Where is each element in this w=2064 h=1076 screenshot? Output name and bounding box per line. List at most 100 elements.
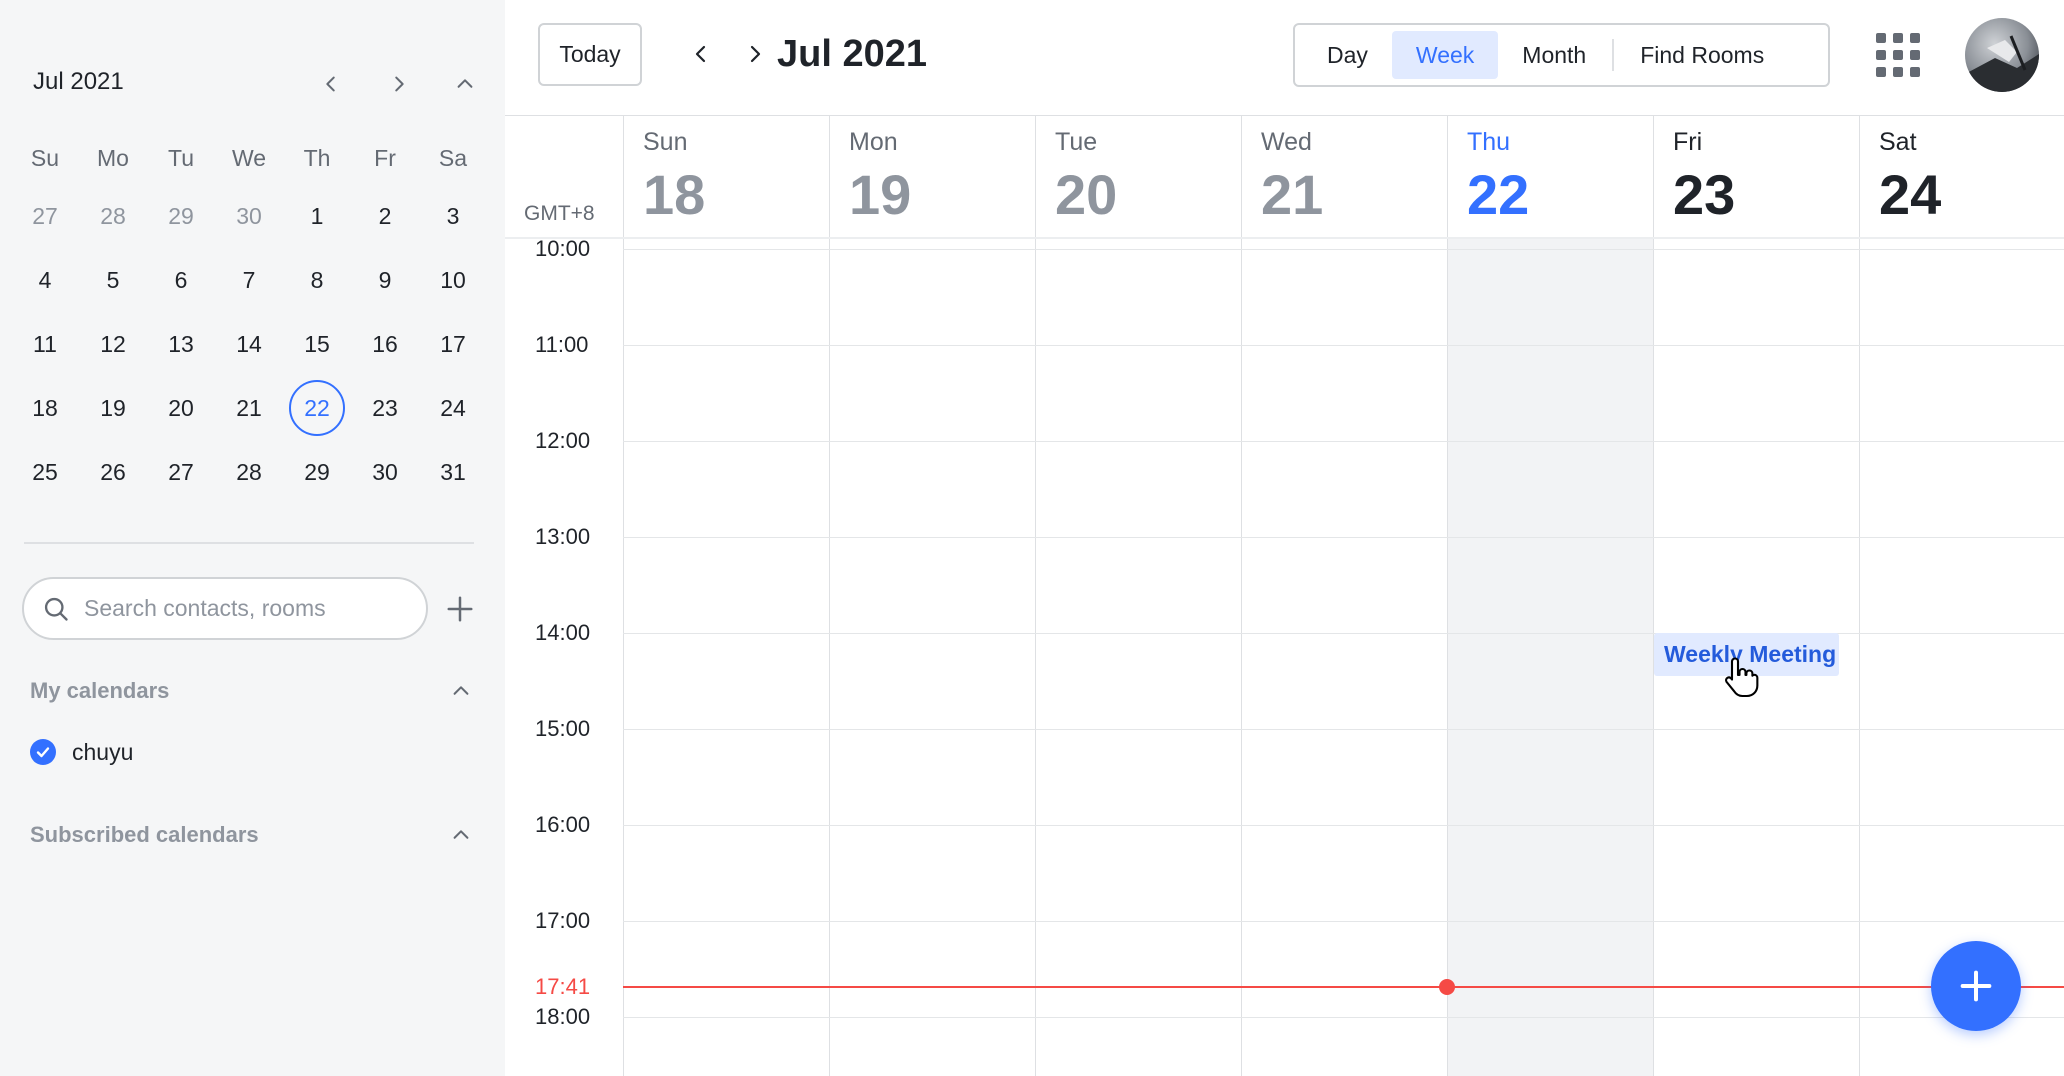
mini-calendar-collapse-button[interactable]: [445, 64, 485, 104]
my-calendars-toggle[interactable]: [443, 673, 479, 709]
mini-day[interactable]: 27: [11, 184, 79, 248]
subscribed-calendars-toggle[interactable]: [443, 817, 479, 853]
column-divider: [1035, 239, 1036, 1076]
calendar-checkbox[interactable]: [30, 739, 56, 765]
mini-day-number: 29: [168, 202, 194, 229]
mini-weekday-label: Mo: [97, 144, 129, 171]
day-header-fri[interactable]: Fri 23: [1653, 116, 1859, 237]
mini-day[interactable]: 28: [215, 440, 283, 504]
avatar-image-icon: [1965, 18, 2039, 92]
mini-calendar-next-button[interactable]: [379, 64, 419, 104]
mini-day[interactable]: 9: [351, 248, 419, 312]
column-divider: [1447, 239, 1448, 1076]
mini-day[interactable]: 29: [147, 184, 215, 248]
mini-day[interactable]: 14: [215, 312, 283, 376]
calendar-name: chuyu: [72, 738, 134, 765]
mini-day[interactable]: 31: [419, 440, 487, 504]
avatar[interactable]: [1965, 18, 2039, 92]
mini-calendar-prev-button[interactable]: [311, 64, 351, 104]
day-name: Tue: [1055, 128, 1098, 156]
hour-gridline: [623, 1017, 2064, 1018]
mini-day-number: 15: [304, 330, 330, 357]
mini-day-number: 17: [440, 330, 466, 357]
mini-day[interactable]: 7: [215, 248, 283, 312]
mini-day[interactable]: 20: [147, 376, 215, 440]
hour-label: 13:00: [535, 524, 591, 549]
mini-day[interactable]: 24: [419, 376, 487, 440]
create-event-button[interactable]: [1931, 941, 2021, 1031]
day-number: 18: [643, 163, 706, 226]
top-toolbar: Today Jul 2021 Day Week Month Find Rooms: [505, 0, 2064, 116]
mini-weekday-label: Th: [303, 144, 331, 171]
next-week-button[interactable]: [735, 34, 775, 74]
mini-day[interactable]: 18: [11, 376, 79, 440]
view-month-button[interactable]: Month: [1498, 31, 1610, 79]
mini-day[interactable]: 8: [283, 248, 351, 312]
view-day-button[interactable]: Day: [1303, 31, 1392, 79]
calendar-item-chuyu[interactable]: chuyu: [30, 734, 133, 770]
mini-day-number: 30: [372, 458, 398, 485]
mini-day[interactable]: 16: [351, 312, 419, 376]
mini-day[interactable]: 4: [11, 248, 79, 312]
day-number: 19: [849, 163, 912, 226]
day-name: Fri: [1673, 128, 1703, 156]
hour-gridline: [623, 537, 2064, 538]
mini-day[interactable]: 21: [215, 376, 283, 440]
mini-day-number: 4: [38, 266, 52, 293]
mini-calendar-grid: Su Mo Tu We Th Fr Sa 27 28 29 30 1 2 3 4 5 6 7 8 9 10 11 12 13 1…: [11, 132, 487, 504]
mini-day[interactable]: 3: [419, 184, 487, 248]
view-week-button[interactable]: Week: [1391, 31, 1499, 79]
day-header-wed[interactable]: Wed 21: [1241, 116, 1447, 237]
mini-weekday-label: Tu: [168, 144, 194, 171]
day-header-sun[interactable]: Sun 18: [623, 116, 829, 237]
my-calendars-title: My calendars: [30, 678, 170, 703]
mini-day[interactable]: 23: [351, 376, 419, 440]
mini-day-number: 26: [100, 458, 126, 485]
mini-day-number: 28: [100, 202, 126, 229]
mini-day-number: 19: [100, 394, 126, 421]
mini-day[interactable]: 29: [283, 440, 351, 504]
mini-day-number: 18: [32, 394, 58, 421]
find-rooms-button[interactable]: Find Rooms: [1616, 31, 1788, 79]
mini-day[interactable]: 25: [11, 440, 79, 504]
day-number: 22: [1467, 163, 1530, 226]
mini-day[interactable]: 15: [283, 312, 351, 376]
hour-gridline: [623, 441, 2064, 442]
mini-day[interactable]: 30: [351, 440, 419, 504]
mini-day[interactable]: 11: [11, 312, 79, 376]
mini-day[interactable]: 17: [419, 312, 487, 376]
mini-day[interactable]: 12: [79, 312, 147, 376]
add-calendar-button[interactable]: [440, 589, 480, 629]
subscribed-calendars-title: Subscribed calendars: [30, 822, 259, 847]
mini-day[interactable]: 19: [79, 376, 147, 440]
day-name: Sun: [643, 128, 688, 156]
day-header-tue[interactable]: Tue 20: [1035, 116, 1241, 237]
prev-week-button[interactable]: [681, 34, 721, 74]
day-header-sat[interactable]: Sat 24: [1859, 116, 2064, 237]
mini-day[interactable]: 28: [79, 184, 147, 248]
mini-day-number: 24: [440, 394, 466, 421]
mini-day[interactable]: 1: [283, 184, 351, 248]
day-header-mon[interactable]: Mon 19: [829, 116, 1035, 237]
mini-day[interactable]: 27: [147, 440, 215, 504]
mini-day[interactable]: 10: [419, 248, 487, 312]
day-header-thu[interactable]: Thu 22: [1447, 116, 1653, 237]
mini-day[interactable]: 30: [215, 184, 283, 248]
check-icon: [36, 747, 50, 758]
mini-day-today[interactable]: 22: [283, 376, 351, 440]
hand-cursor-icon: [1724, 657, 1759, 698]
hour-label: 17:00: [535, 908, 591, 933]
hour-gridline: [623, 921, 2064, 922]
today-column-highlight: [1447, 239, 1653, 1076]
mini-day[interactable]: 26: [79, 440, 147, 504]
mini-day[interactable]: 13: [147, 312, 215, 376]
mini-day[interactable]: 2: [351, 184, 419, 248]
mini-day-number: 27: [32, 202, 58, 229]
mini-day[interactable]: 6: [147, 248, 215, 312]
today-button[interactable]: Today: [538, 23, 642, 86]
time-grid[interactable]: 10:00 11:00 12:00 13:00 14:00 15:00 16:00 17:00…: [505, 236, 2064, 1076]
view-separator: [1612, 39, 1615, 71]
apps-grid-icon[interactable]: [1875, 32, 1921, 78]
mini-day[interactable]: 5: [79, 248, 147, 312]
search-input[interactable]: [84, 595, 404, 622]
